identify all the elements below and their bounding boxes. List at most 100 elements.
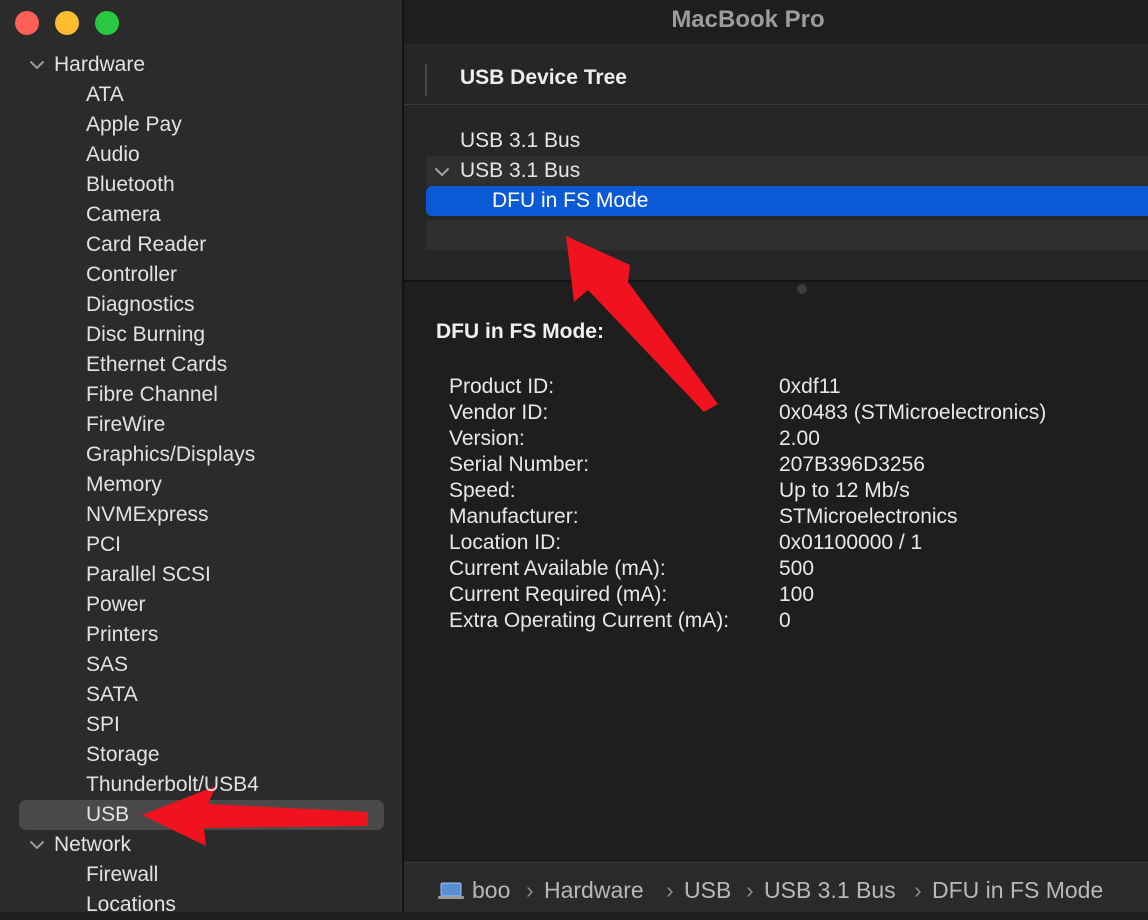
sidebar-item-printers[interactable]: Printers (0, 620, 404, 650)
sidebar-item-usb[interactable]: USB (0, 800, 404, 830)
sidebar-item-ata[interactable]: ATA (0, 80, 404, 110)
chevron-down-icon[interactable] (26, 54, 48, 76)
sidebar-item-bluetooth[interactable]: Bluetooth (0, 170, 404, 200)
sidebar-item-firewire[interactable]: FireWire (0, 410, 404, 440)
sidebar-item-label: FireWire (86, 413, 166, 436)
sidebar-item-sas[interactable]: SAS (0, 650, 404, 680)
path-bar: boo › Hardware › USB › USB 3.1 Bus › DFU in FS M… (404, 862, 1148, 912)
path-segment[interactable]: USB (684, 877, 731, 904)
sidebar-item-nvmexpress[interactable]: NVMExpress (0, 500, 404, 530)
sidebar-item-label: Parallel SCSI (86, 563, 211, 586)
tree-column-header[interactable]: USB Device Tree (460, 66, 627, 90)
sidebar-item-label: SPI (86, 713, 120, 736)
sidebar-item-audio[interactable]: Audio (0, 140, 404, 170)
sidebar-item-label: Power (86, 593, 146, 616)
sidebar-item-label: Card Reader (86, 233, 207, 256)
detail-title: DFU in FS Mode: (436, 320, 604, 343)
property-value: 100 (779, 583, 815, 606)
window-minimize-button[interactable] (55, 11, 79, 35)
sidebar-item-label: Disc Burning (86, 323, 206, 346)
sidebar-item-label: ATA (86, 83, 124, 106)
tree-row[interactable]: USB 3.1 Bus (426, 126, 1148, 156)
tree-row-selected[interactable]: DFU in FS Mode (426, 186, 1148, 216)
property-value: 207B396D3256 (779, 453, 925, 476)
path-segment[interactable]: Hardware (544, 877, 644, 904)
property-key: Vendor ID: (449, 401, 549, 424)
sidebar-item-firewall[interactable]: Firewall (0, 860, 404, 890)
sidebar-item-fibre-channel[interactable]: Fibre Channel (0, 380, 404, 410)
split-handle[interactable] (797, 284, 807, 294)
property-value: 0 (779, 609, 791, 632)
sidebar-item-memory[interactable]: Memory (0, 470, 404, 500)
sidebar-item-disc-burning[interactable]: Disc Burning (0, 320, 404, 350)
sidebar-item-spi[interactable]: SPI (0, 710, 404, 740)
sidebar-item-graphics-displays[interactable]: Graphics/Displays (0, 440, 404, 470)
sidebar-group-network[interactable]: Network (0, 830, 404, 860)
property-key: Manufacturer: (449, 505, 579, 528)
sidebar-item-label: NVMExpress (86, 503, 209, 526)
tree-row-label: DFU in FS Mode (492, 189, 649, 212)
window-zoom-button[interactable] (95, 11, 119, 35)
sidebar-item-label: SAS (86, 653, 129, 676)
column-divider[interactable] (425, 64, 427, 96)
window-title: MacBook Pro (671, 6, 825, 33)
main-panel: MacBook Pro USB Device Tree USB 3.1 Bus U… (404, 0, 1148, 912)
sidebar-item-label: Controller (86, 263, 178, 286)
sidebar-item-label: PCI (86, 533, 122, 556)
path-segment[interactable]: USB 3.1 Bus (764, 877, 896, 904)
usb-device-tree-pane: USB Device Tree USB 3.1 Bus USB 3.1 Bus DF… (404, 44, 1148, 280)
chevron-down-icon[interactable] (26, 834, 48, 856)
chevron-down-icon[interactable] (432, 161, 452, 181)
path-segment[interactable]: DFU in FS Mode (932, 877, 1103, 904)
sidebar-item-label: Firewall (86, 863, 159, 886)
property-value: 500 (779, 557, 815, 580)
path-separator: › (746, 877, 754, 903)
property-key: Version: (449, 427, 525, 450)
sidebar-group-hardware[interactable]: Hardware (0, 50, 404, 80)
sidebar-group-label: Network (54, 833, 132, 856)
property-value: 0x0483 (STMicroelectronics) (779, 401, 1047, 424)
path-separator: › (526, 877, 534, 903)
sidebar-item-thunderbolt-usb4[interactable]: Thunderbolt/USB4 (0, 770, 404, 800)
property-key: Speed: (449, 479, 516, 502)
sidebar-item-label: Bluetooth (86, 173, 175, 196)
sidebar-item-card-reader[interactable]: Card Reader (0, 230, 404, 260)
sidebar-item-label: Locations (86, 893, 176, 916)
property-key: Extra Operating Current (mA): (449, 609, 730, 632)
sidebar-item-label: Fibre Channel (86, 383, 218, 406)
sidebar-item-locations[interactable]: Locations (0, 890, 404, 920)
sidebar-item-diagnostics[interactable]: Diagnostics (0, 290, 404, 320)
tree-empty-row (426, 220, 1148, 250)
property-key: Product ID: (449, 375, 555, 398)
sidebar-item-label: Ethernet Cards (86, 353, 228, 376)
sidebar-item-power[interactable]: Power (0, 590, 404, 620)
sidebar-item-label: Diagnostics (86, 293, 195, 316)
property-value: Up to 12 Mb/s (779, 479, 910, 502)
tree-row-label: USB 3.1 Bus (460, 159, 581, 182)
path-separator: › (914, 877, 922, 903)
sidebar-item-label: USB (86, 803, 130, 826)
sidebar-item-label: Memory (86, 473, 162, 496)
sidebar-item-ethernet-cards[interactable]: Ethernet Cards (0, 350, 404, 380)
sidebar-item-controller[interactable]: Controller (0, 260, 404, 290)
sidebar-group-label: Hardware (54, 53, 146, 76)
sidebar-item-apple-pay[interactable]: Apple Pay (0, 110, 404, 140)
sidebar-item-pci[interactable]: PCI (0, 530, 404, 560)
sidebar-item-sata[interactable]: SATA (0, 680, 404, 710)
tree-row-label: USB 3.1 Bus (460, 129, 581, 152)
path-segment[interactable]: boo (472, 877, 510, 904)
sidebar-item-label: Apple Pay (86, 113, 182, 136)
property-value: STMicroelectronics (779, 505, 958, 528)
sidebar-item-label: Audio (86, 143, 140, 166)
sidebar-item-parallel-scsi[interactable]: Parallel SCSI (0, 560, 404, 590)
tree-row[interactable]: USB 3.1 Bus (426, 156, 1148, 186)
property-key: Serial Number: (449, 453, 590, 476)
sidebar-item-camera[interactable]: Camera (0, 200, 404, 230)
sidebar-item-label: Camera (86, 203, 161, 226)
path-separator: › (666, 877, 674, 903)
split-divider[interactable] (404, 280, 1148, 282)
sidebar-item-label: Thunderbolt/USB4 (86, 773, 259, 796)
sidebar: Hardware ATA Apple Pay Audio Bluetooth Camera… (0, 0, 404, 916)
window-close-button[interactable] (15, 11, 39, 35)
sidebar-item-storage[interactable]: Storage (0, 740, 404, 770)
